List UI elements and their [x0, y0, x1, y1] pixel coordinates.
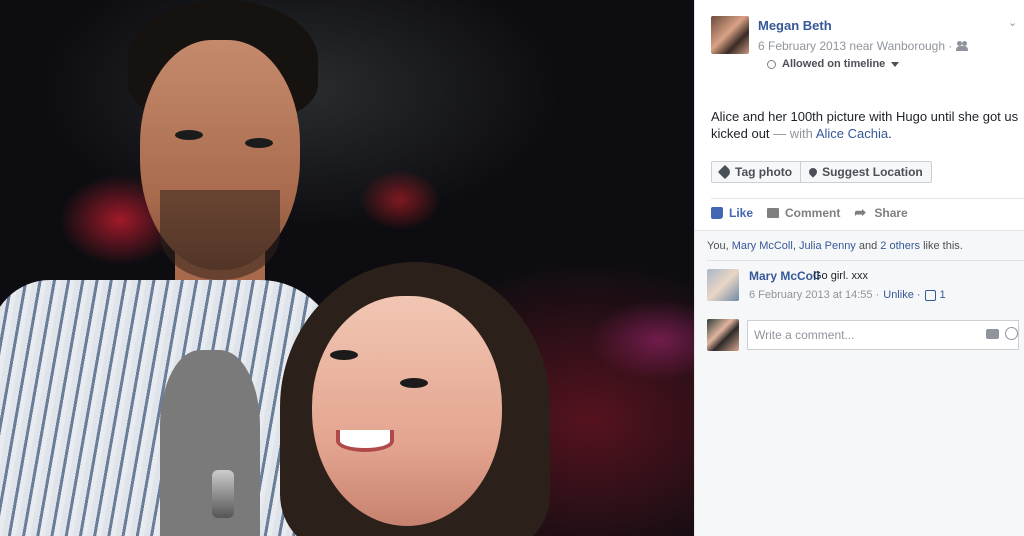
comment-like-count[interactable]: 1 — [940, 289, 946, 301]
suggest-location-label: Suggest Location — [822, 165, 923, 179]
likes-prefix: You, — [707, 240, 729, 252]
likes-separator: , — [792, 240, 796, 252]
caption-with: — with — [773, 126, 813, 141]
post-sidebar: Megan Beth 6 February 2013 near Wanborou… — [694, 0, 1024, 536]
caption-period: . — [888, 126, 892, 141]
comment-input[interactable] — [747, 320, 1019, 350]
share-icon — [854, 204, 868, 221]
like-label: Like — [729, 206, 754, 220]
post-caption: Alice and her 100th picture with Hugo un… — [711, 108, 1021, 142]
people-icon[interactable] — [956, 41, 969, 51]
photo-tag-actions: Tag photo Suggest Location — [711, 161, 932, 183]
photo-detail — [400, 378, 428, 388]
timeline-status-dropdown[interactable]: Allowed on timeline — [767, 58, 900, 70]
circle-icon — [767, 59, 776, 69]
post-meta: 6 February 2013 near Wanborough · — [758, 39, 969, 53]
liker-link[interactable]: Mary McColl — [732, 240, 793, 252]
comment-label: Comment — [785, 206, 841, 220]
photo-detail — [312, 296, 502, 526]
comment-button[interactable]: Comment — [767, 206, 840, 220]
current-user-avatar — [707, 319, 739, 351]
comment-meta: 6 February 2013 at 14:55 · Unlike · 1 — [749, 289, 946, 301]
likes-others-link[interactable]: 2 others — [880, 240, 920, 252]
feedback-section: You, Mary McColl, Julia Penny and 2 othe… — [695, 230, 1024, 536]
comment-timestamp[interactable]: 6 February 2013 at 14:55 · — [749, 289, 879, 301]
thumbs-up-icon — [924, 289, 936, 301]
thumbs-up-icon — [711, 207, 723, 219]
divider — [707, 260, 1024, 261]
photo-detail — [175, 130, 203, 140]
author-name[interactable]: Megan Beth — [758, 18, 832, 33]
liker-link[interactable]: Julia Penny — [799, 240, 856, 252]
post-date-location[interactable]: 6 February 2013 near Wanborough · — [758, 39, 952, 53]
tag-photo-label: Tag photo — [735, 165, 793, 179]
share-button[interactable]: Share — [854, 204, 908, 221]
emoji-icon[interactable] — [1005, 327, 1018, 340]
likes-suffix: like this. — [923, 240, 963, 252]
timeline-status-label: Allowed on timeline — [782, 58, 886, 70]
commenter-name[interactable]: Mary McColl — [749, 269, 820, 283]
likes-summary: You, Mary McColl, Julia Penny and 2 othe… — [707, 240, 963, 252]
share-label: Share — [874, 206, 908, 220]
caret-down-icon — [891, 61, 900, 67]
photo-detail — [160, 350, 260, 536]
photo-detail — [336, 430, 394, 452]
post-photo[interactable] — [0, 0, 694, 536]
photo-detail — [212, 470, 234, 518]
author-avatar[interactable] — [711, 16, 749, 54]
tag-photo-button[interactable]: Tag photo — [711, 161, 802, 183]
divider — [711, 198, 1024, 199]
unlike-link[interactable]: Unlike · — [883, 289, 920, 301]
suggest-location-button[interactable]: Suggest Location — [801, 161, 932, 183]
chevron-down-icon[interactable]: ⌄ — [1008, 18, 1018, 29]
likes-and: and — [858, 240, 878, 252]
like-button[interactable]: Like — [711, 206, 753, 220]
tagged-person-link[interactable]: Alice Cachia — [816, 126, 888, 141]
photo-detail — [160, 190, 280, 280]
post-actions: Like Comment Share — [711, 204, 908, 221]
tag-icon — [717, 164, 733, 180]
camera-icon[interactable] — [986, 329, 999, 339]
photo-detail — [330, 350, 358, 360]
photo-detail — [245, 138, 273, 148]
comment-icon — [767, 208, 780, 218]
comment-text: Go girl. xxx — [813, 270, 869, 282]
commenter-avatar[interactable] — [707, 269, 739, 301]
location-pin-icon — [807, 166, 819, 178]
